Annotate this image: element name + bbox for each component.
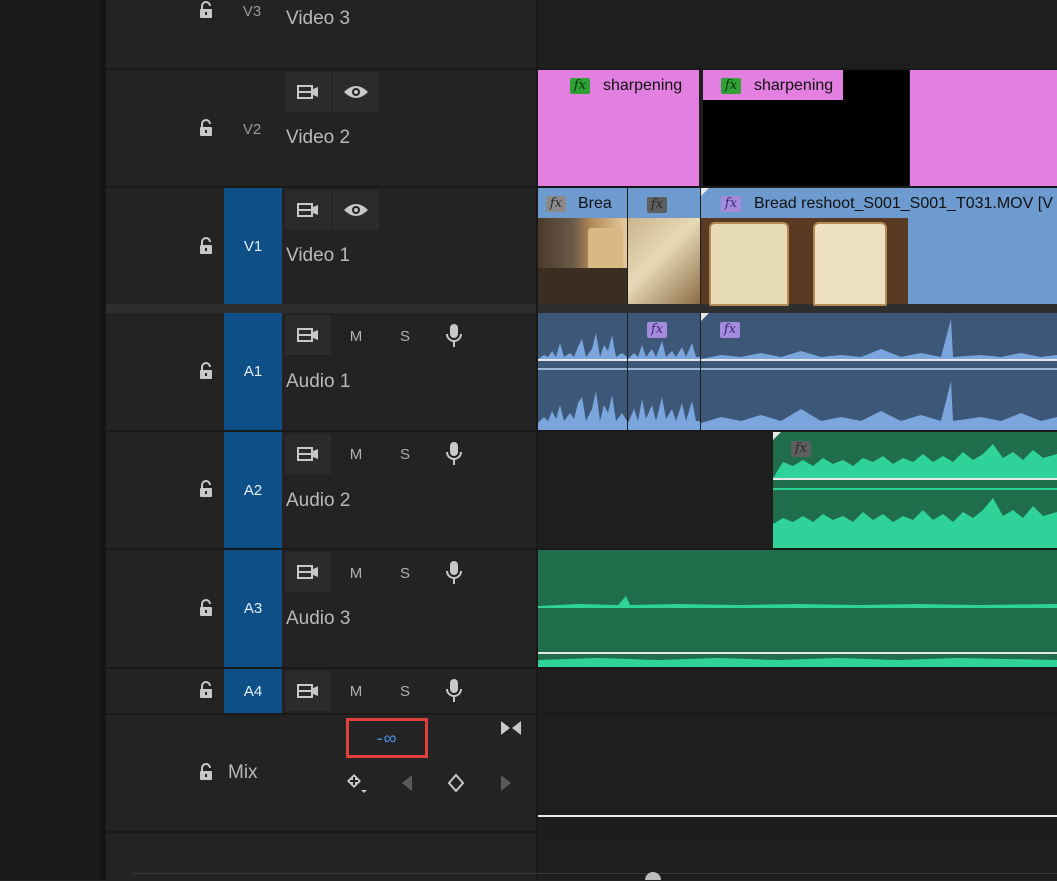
track-name-v1: Video 1 xyxy=(286,245,351,266)
lock-icon[interactable] xyxy=(197,119,215,137)
fx-badge[interactable]: fx xyxy=(647,197,667,213)
transition-marker xyxy=(701,188,709,196)
fx-badge[interactable]: fx xyxy=(546,196,566,212)
collapse-icon[interactable] xyxy=(500,720,522,741)
mix-volume-value[interactable]: -∞ xyxy=(377,728,398,749)
track-divider xyxy=(106,713,1057,715)
video-clip[interactable]: fx Bread reshoot_S001_S001_T031.MOV [V xyxy=(701,188,1057,306)
keyframe-icon[interactable] xyxy=(447,773,465,798)
track-name-a3: Audio 3 xyxy=(286,608,351,629)
solo-button[interactable]: S xyxy=(392,446,418,463)
track-target-a4[interactable]: A4 xyxy=(224,669,282,713)
sync-lock-icon[interactable] xyxy=(285,434,331,474)
lock-icon[interactable] xyxy=(197,362,215,380)
audio-clip[interactable]: fx xyxy=(773,432,1057,548)
prev-keyframe-icon[interactable] xyxy=(400,774,414,797)
mute-button[interactable]: M xyxy=(343,565,369,582)
video-clip[interactable]: fx Brea xyxy=(538,188,627,304)
keyframe-add-icon[interactable] xyxy=(346,772,370,801)
clip-thumbnail xyxy=(628,218,700,304)
audio-clip[interactable]: fx xyxy=(701,313,1057,430)
fx-badge[interactable]: fx xyxy=(791,441,811,457)
lock-icon[interactable] xyxy=(197,763,215,781)
lock-icon[interactable] xyxy=(197,599,215,617)
clip-label: Brea xyxy=(578,195,612,212)
transition-marker xyxy=(701,313,709,321)
eye-icon[interactable] xyxy=(333,72,379,112)
mix-volume-line[interactable] xyxy=(538,815,1057,817)
fx-badge[interactable]: fx xyxy=(720,322,740,338)
track-name-v3: Video 3 xyxy=(286,8,351,29)
track-divider xyxy=(106,831,1057,833)
clip-thumbnail xyxy=(701,218,908,306)
audio-clip[interactable] xyxy=(538,313,627,430)
track-name-a2: Audio 2 xyxy=(286,490,351,511)
next-keyframe-icon[interactable] xyxy=(499,774,513,797)
lock-icon[interactable] xyxy=(197,1,215,19)
sync-lock-icon[interactable] xyxy=(285,315,331,355)
mix-track-label: Mix xyxy=(228,762,258,783)
sync-lock-icon[interactable] xyxy=(285,552,331,592)
track-name-v2: Video 2 xyxy=(286,127,351,148)
lock-icon[interactable] xyxy=(197,480,215,498)
mute-button[interactable]: M xyxy=(343,446,369,463)
mute-button[interactable]: M xyxy=(343,683,369,700)
audio-clip[interactable] xyxy=(538,550,1057,667)
fx-badge[interactable]: fx xyxy=(721,78,741,94)
fx-badge[interactable]: fx xyxy=(721,196,741,212)
left-panel-strip xyxy=(0,0,106,880)
solo-button[interactable]: S xyxy=(392,683,418,700)
clip-thumbnail xyxy=(538,218,627,304)
clip-label: sharpening xyxy=(754,77,834,94)
audio-clip[interactable]: fx xyxy=(628,313,700,430)
lock-icon[interactable] xyxy=(197,681,215,699)
solo-button[interactable]: S xyxy=(392,328,418,345)
solo-button[interactable]: S xyxy=(392,565,418,582)
adjustment-clip[interactable]: fx sharpening xyxy=(538,70,699,186)
clip-label: Bread reshoot_S001_S001_T031.MOV [V xyxy=(754,195,1053,212)
adjustment-clip[interactable]: fx sharpening xyxy=(703,70,909,186)
adjustment-clip[interactable] xyxy=(910,70,1057,186)
track-target-a1[interactable]: A1 xyxy=(224,313,282,430)
track-name-a1: Audio 1 xyxy=(286,371,351,392)
video-clip[interactable]: fx xyxy=(628,188,700,304)
sync-lock-icon[interactable] xyxy=(285,671,331,711)
track-target-v2[interactable]: V2 xyxy=(223,122,281,138)
sync-lock-icon[interactable] xyxy=(285,72,331,112)
clip-label: sharpening xyxy=(603,77,683,94)
microphone-icon[interactable] xyxy=(445,560,463,591)
microphone-icon[interactable] xyxy=(445,441,463,472)
mute-button[interactable]: M xyxy=(343,328,369,345)
microphone-icon[interactable] xyxy=(445,323,463,354)
track-target-v3[interactable]: V3 xyxy=(223,4,281,20)
fx-badge[interactable]: fx xyxy=(647,322,667,338)
eye-icon[interactable] xyxy=(333,190,379,230)
track-target-a3[interactable]: A3 xyxy=(224,550,282,667)
lock-icon[interactable] xyxy=(197,237,215,255)
video-audio-divider[interactable] xyxy=(106,304,1057,313)
sync-lock-icon[interactable] xyxy=(285,190,331,230)
track-target-a2[interactable]: A2 xyxy=(224,432,282,548)
transition-marker xyxy=(773,432,781,440)
mix-volume-field[interactable]: -∞ xyxy=(346,718,428,758)
fx-badge[interactable]: fx xyxy=(570,78,590,94)
track-target-v1[interactable]: V1 xyxy=(224,188,282,304)
microphone-icon[interactable] xyxy=(445,678,463,709)
